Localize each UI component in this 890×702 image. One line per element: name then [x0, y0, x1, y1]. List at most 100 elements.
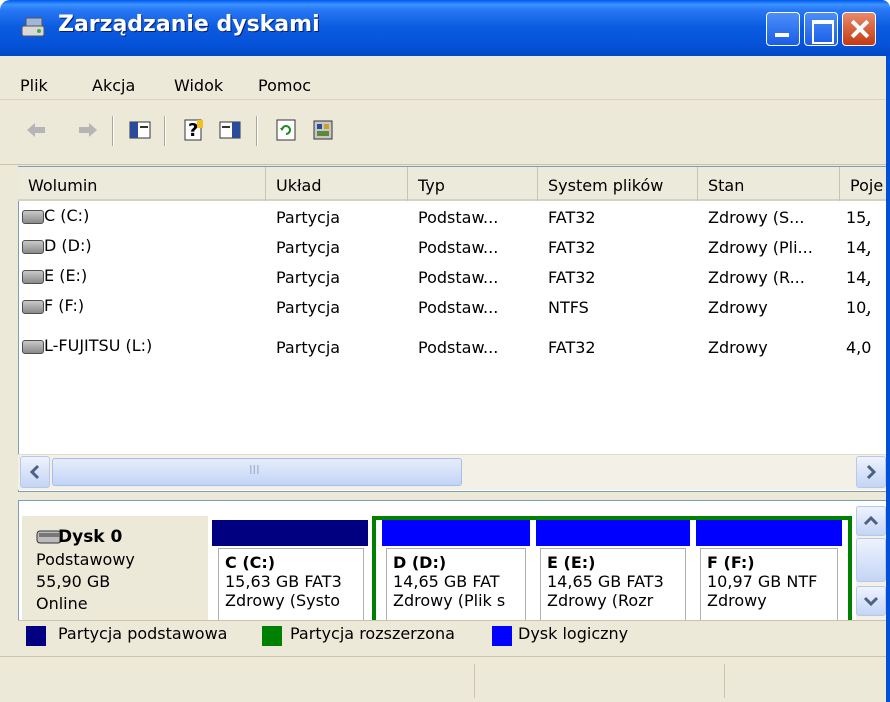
- partition-size: 10,97 GB NTF: [707, 572, 818, 591]
- volume-name: C (C:): [44, 206, 90, 225]
- volume-type: Podstaw...: [418, 298, 499, 317]
- menu-pomoc[interactable]: Pomoc: [258, 76, 311, 95]
- volume-status: Zdrowy (Pli...: [708, 238, 813, 257]
- volume-layout: Partycja: [276, 268, 341, 287]
- scroll-grip: III: [249, 463, 260, 477]
- disk-state: Online: [36, 594, 88, 613]
- scroll-down-button[interactable]: [856, 586, 886, 616]
- help-icon[interactable]: ?: [182, 118, 206, 142]
- volume-capacity: 4,0: [846, 338, 872, 357]
- partition-d[interactable]: D (D:) 14,65 GB FAT Zdrowy (Plik s: [386, 548, 526, 624]
- volume-filesystem: FAT32: [548, 338, 596, 357]
- disk-type: Podstawowy: [36, 550, 135, 569]
- volume-layout: Partycja: [276, 208, 341, 227]
- refresh-icon[interactable]: [274, 118, 298, 142]
- volume-capacity: 14,̧: [846, 238, 872, 257]
- volume-filesystem: NTFS: [548, 298, 589, 317]
- legend-swatch-extended: [262, 626, 282, 646]
- minimize-button[interactable]: [766, 12, 800, 46]
- horizontal-scroll-thumb[interactable]: III: [52, 458, 462, 486]
- status-pane: [474, 664, 724, 698]
- partition-c[interactable]: C (C:) 15,63 GB FAT3 Zdrowy (Systo: [218, 548, 364, 624]
- maximize-button[interactable]: [804, 12, 838, 46]
- drive-icon: [22, 270, 44, 284]
- column-header-wolumin[interactable]: Wolumin: [18, 167, 266, 201]
- menu-plik[interactable]: Plik: [20, 76, 48, 95]
- volume-type: Podstaw...: [418, 208, 499, 227]
- volume-status: Zdrowy (S...: [708, 208, 805, 227]
- drive-icon: [22, 210, 44, 224]
- title-bar[interactable]: Zarządzanie dyskami: [0, 0, 890, 56]
- close-button[interactable]: [842, 12, 876, 46]
- scroll-up-button[interactable]: [856, 506, 886, 536]
- partition-status: Zdrowy: [707, 591, 767, 610]
- status-pane: [724, 664, 884, 698]
- volume-type: Podstaw...: [418, 338, 499, 357]
- column-header-typ[interactable]: Typ: [408, 167, 538, 201]
- arrow-left-icon: [29, 464, 40, 480]
- partition-size: 14,65 GB FAT3: [547, 572, 664, 591]
- vertical-scroll-thumb[interactable]: [856, 538, 886, 582]
- arrow-up-icon: [863, 515, 879, 526]
- column-header-pojemnosc[interactable]: Poje: [840, 167, 890, 201]
- column-header-uklad[interactable]: Układ: [266, 167, 408, 201]
- volume-status: Zdrowy: [708, 338, 768, 357]
- partition-bar-e: [536, 520, 690, 546]
- volume-layout: Partycja: [276, 298, 341, 317]
- volume-name: L-FUJITSU (L:): [44, 336, 153, 355]
- disk-info-panel[interactable]: Dysk 0 Podstawowy 55,90 GB Online: [22, 516, 208, 624]
- volume-capacity: 10,̧: [846, 298, 872, 317]
- properties-icon[interactable]: [312, 118, 336, 142]
- show-hide-tree-icon[interactable]: [128, 118, 152, 142]
- partition-f[interactable]: F (F:) 10,97 GB NTF Zdrowy: [700, 548, 838, 624]
- column-header-stan[interactable]: Stan: [698, 167, 840, 201]
- partition-status: Zdrowy (Plik s: [393, 591, 506, 610]
- toolbar-separator: [112, 116, 114, 146]
- menu-widok[interactable]: Widok: [174, 76, 223, 95]
- window-title: Zarządzanie dyskami: [58, 12, 320, 37]
- legend-label-extended: Partycja rozszerzona: [290, 624, 455, 643]
- partition-bar-f: [696, 520, 842, 546]
- volume-type: Podstaw...: [418, 268, 499, 287]
- partition-bar-d: [382, 520, 530, 546]
- volume-status: Zdrowy (R...: [708, 268, 805, 287]
- volume-layout: Partycja: [276, 338, 341, 357]
- scroll-right-button[interactable]: [856, 456, 886, 488]
- show-hide-action-pane-icon[interactable]: [218, 118, 242, 142]
- legend-swatch-logical: [492, 626, 512, 646]
- disk-name: Dysk 0: [58, 527, 123, 547]
- svg-text:?: ?: [188, 120, 198, 141]
- volume-capacity: 15,̧: [846, 208, 872, 227]
- forward-arrow-icon[interactable]: [76, 118, 100, 142]
- disk-management-icon: [21, 17, 45, 37]
- drive-icon: [22, 300, 44, 314]
- partition-name: F (F:): [707, 553, 755, 572]
- legend-label-logical: Dysk logiczny: [518, 624, 629, 643]
- partition-name: D (D:): [393, 553, 447, 572]
- volume-capacity: 14,̧: [846, 268, 872, 287]
- partition-e[interactable]: E (E:) 14,65 GB FAT3 Zdrowy (Rozr: [540, 548, 686, 624]
- volume-name: E (E:): [44, 266, 88, 285]
- legend-swatch-primary: [26, 626, 46, 646]
- drive-icon: [22, 240, 44, 254]
- volume-status: Zdrowy: [708, 298, 768, 317]
- drive-icon: [22, 340, 44, 354]
- volume-filesystem: FAT32: [548, 268, 596, 287]
- window-right-border: [886, 56, 890, 702]
- arrow-right-icon: [866, 464, 877, 480]
- partition-size: 15,63 GB FAT3: [225, 572, 342, 591]
- back-arrow-icon[interactable]: [24, 118, 48, 142]
- legend-label-primary: Partycja podstawowa: [58, 624, 228, 643]
- volume-filesystem: FAT32: [548, 208, 596, 227]
- toolbar-separator: [256, 116, 258, 146]
- toolbar-separator: [164, 116, 166, 146]
- column-header-system-plikow[interactable]: System plików: [538, 167, 698, 201]
- partition-bar-c: [212, 520, 368, 546]
- partition-size: 14,65 GB FAT: [393, 572, 500, 591]
- volume-name: D (D:): [44, 236, 92, 255]
- volume-name: F (F:): [44, 296, 85, 315]
- disk-size: 55,90 GB: [36, 572, 111, 591]
- partition-name: E (E:): [547, 553, 596, 572]
- menu-akcja[interactable]: Akcja: [92, 76, 135, 95]
- scroll-left-button[interactable]: [20, 456, 50, 488]
